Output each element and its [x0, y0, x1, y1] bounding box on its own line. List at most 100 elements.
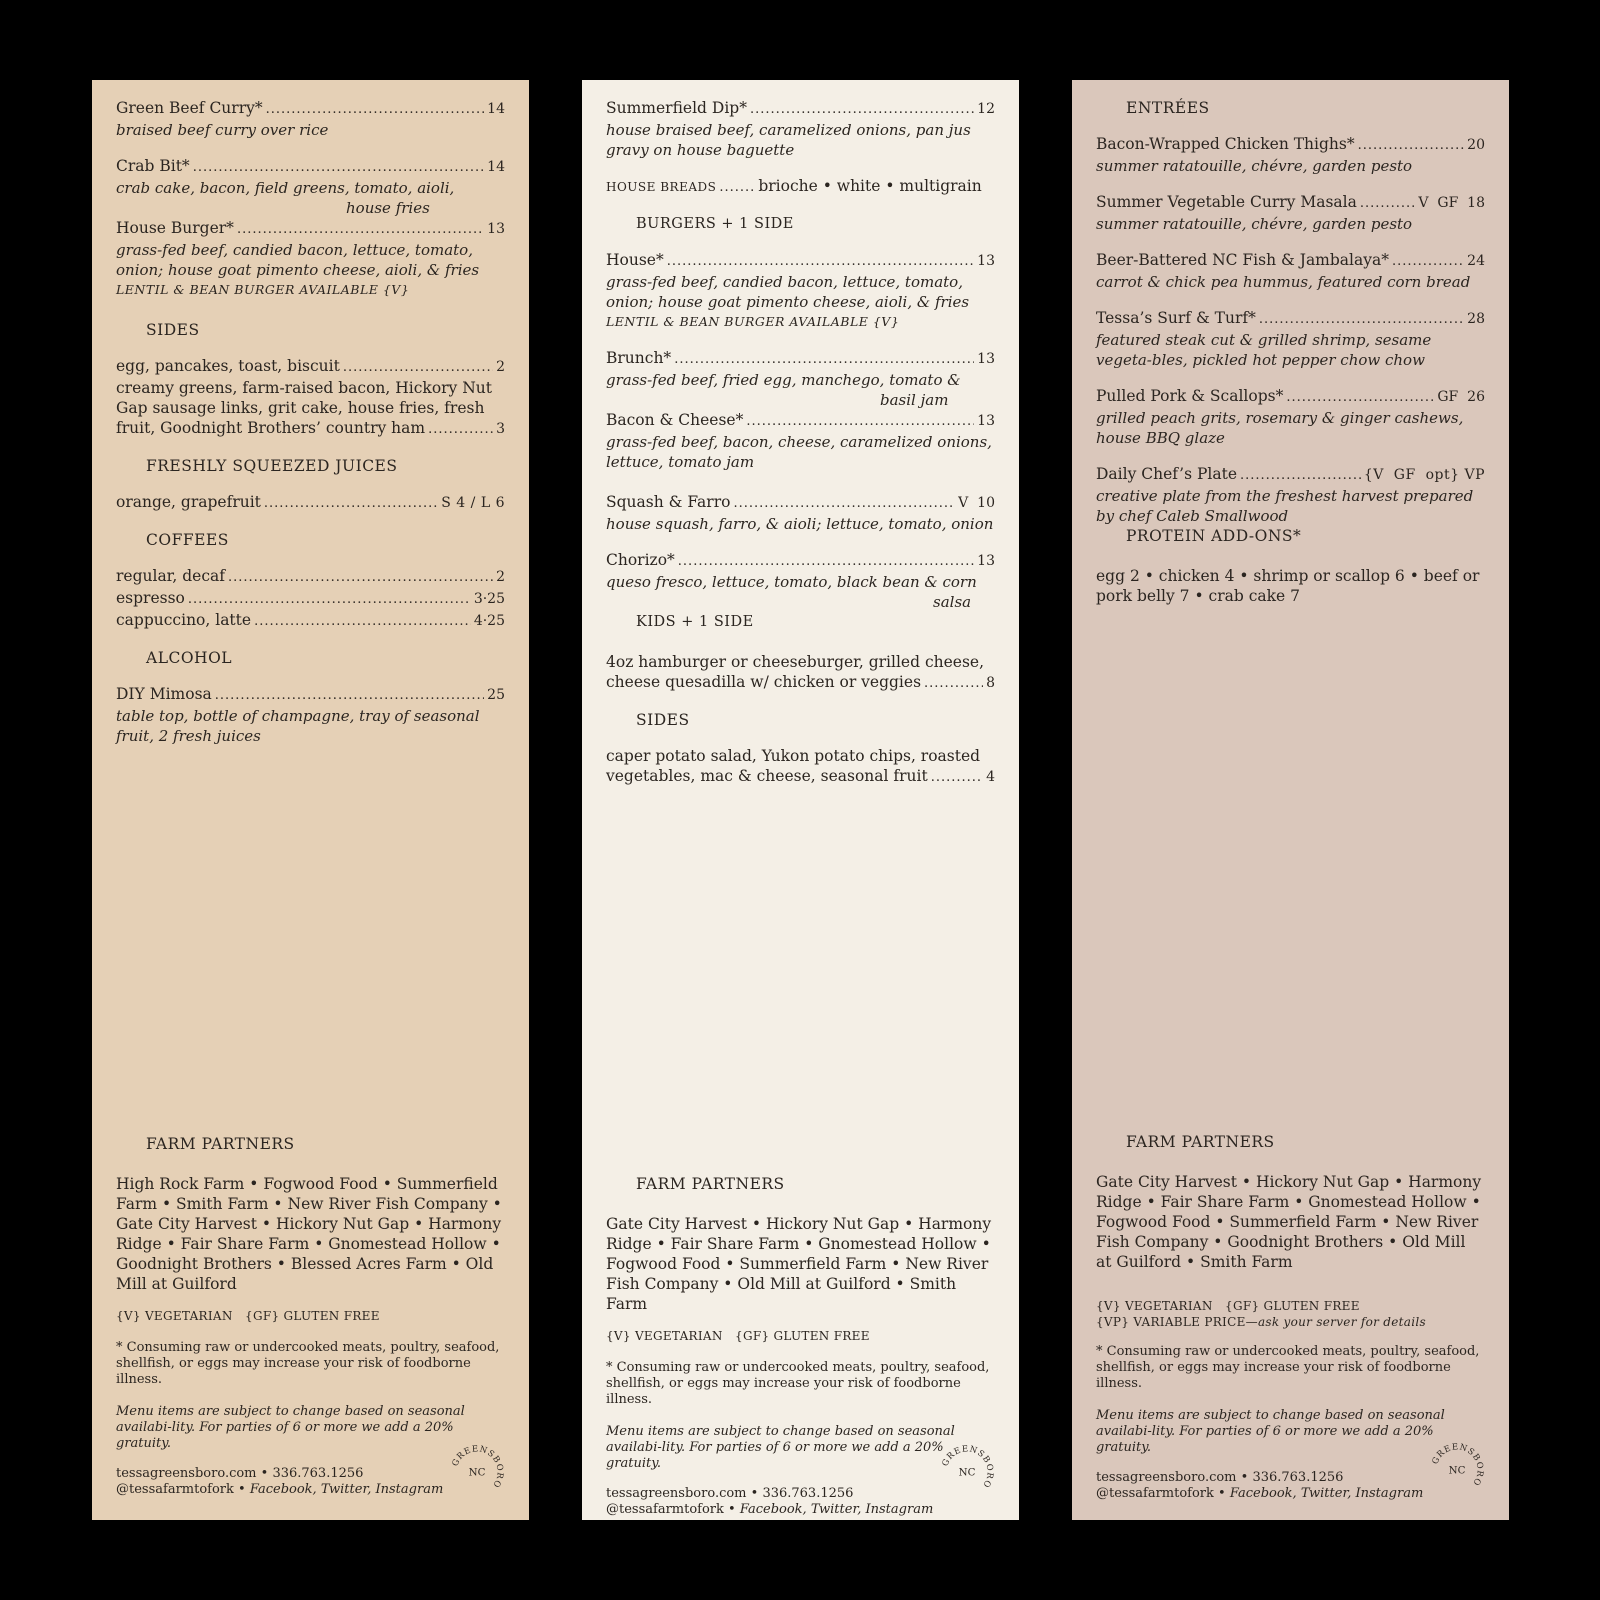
- item-price: 8: [986, 675, 995, 691]
- dietary-legend: {V} VEGETARIAN {GF} GLUTEN FREE: [116, 1309, 380, 1323]
- item-description: creative plate from the freshest harvest…: [1096, 487, 1474, 525]
- website-phone: tessagreensboro.com • 336.763.1256: [1096, 1470, 1344, 1485]
- item-description: grass-fed beef, fried egg, manchego, tom…: [606, 371, 961, 389]
- item-price: 13: [977, 553, 995, 569]
- item-description: grass-fed beef, bacon, cheese, carameliz…: [606, 433, 992, 471]
- item-price: V 10: [958, 495, 995, 511]
- menu-item: Summer Vegetable Curry Masala V GF 18 sum…: [1096, 192, 1485, 234]
- item-description-cont: basil jam: [880, 391, 949, 409]
- social-handle: @tessafarmtofork: [116, 1482, 234, 1497]
- social-sites: • Facebook, Twitter, Instagram: [1213, 1486, 1424, 1501]
- footer: FARM PARTNERS High Rock Farm • Fogwood F…: [116, 1134, 505, 1498]
- item-price: 14: [487, 159, 505, 175]
- farm-partners-list: Gate City Harvest • Hickory Nut Gap • Ha…: [606, 1215, 992, 1313]
- sides-text: creamy greens, farm-raised bacon, Hickor…: [116, 379, 493, 417]
- dietary-legend: {V} VEGETARIAN {GF} GLUTEN FREE {VP} VAR…: [1096, 1298, 1485, 1330]
- menu-policy: Menu items are subject to change based o…: [1096, 1408, 1445, 1455]
- item-price: {V GF opt} VP: [1363, 467, 1485, 483]
- item-price: 4: [986, 769, 995, 785]
- section-heading-coffees: COFFEES: [146, 531, 229, 549]
- vp-legend-label: {VP} VARIABLE PRICE—: [1096, 1315, 1258, 1329]
- menu-panel-brunch: Green Beef Curry* 14 braised beef curry o…: [92, 80, 529, 1520]
- item-description: summer ratatouille, chévre, garden pesto: [1096, 157, 1413, 175]
- menu-item: Daily Chef’s Plate {V GF opt} VP creative…: [1096, 464, 1485, 526]
- menu-item: Summerfield Dip* 12 house braised beef, c…: [606, 98, 995, 160]
- breads-label: HOUSE BREADS: [606, 180, 717, 194]
- item-name: Green Beef Curry*: [116, 99, 263, 117]
- section-heading-kids: KIDS + 1 SIDE: [636, 614, 754, 630]
- item-name: fruit, Goodnight Brothers’ country ham: [116, 419, 426, 437]
- item-note: LENTIL & BEAN BURGER AVAILABLE {V}: [606, 314, 900, 329]
- item-price: 13: [977, 253, 995, 269]
- item-price: 2: [496, 359, 505, 375]
- social-sites: • Facebook, Twitter, Instagram: [233, 1482, 444, 1497]
- item-name: DIY Mimosa: [116, 685, 212, 703]
- item-description: braised beef curry over rice: [116, 121, 329, 139]
- menu-item: Crab Bit* 14 crab cake, bacon, field gree…: [116, 156, 505, 218]
- section-heading-burgers: BURGERS + 1 SIDE: [636, 216, 794, 232]
- item-name: Bacon & Cheese*: [606, 411, 744, 429]
- item-name: Crab Bit*: [116, 157, 190, 175]
- item-description: featured steak cut & grilled shrimp, ses…: [1096, 331, 1432, 369]
- item-description: house braised beef, caramelized onions, …: [606, 121, 971, 159]
- menu-item: orange, grapefruit S 4 / L 6: [116, 492, 505, 514]
- kids-text: 4oz hamburger or cheeseburger, grilled c…: [606, 653, 985, 671]
- item-name: House*: [606, 251, 664, 269]
- section-heading-entrees: ENTRÉES: [1126, 99, 1210, 117]
- contact-info: tessagreensboro.com • 336.763.1256 @tess…: [116, 1466, 505, 1498]
- item-price: 24: [1467, 253, 1485, 269]
- item-name: cappuccino, latte: [116, 611, 252, 629]
- item-description-cont: salsa: [933, 593, 972, 611]
- website-phone: tessagreensboro.com • 336.763.1256: [116, 1466, 364, 1481]
- menu-item: Squash & Farro V 10 house squash, farro, …: [606, 492, 995, 534]
- item-price: 3·25: [473, 591, 505, 607]
- item-description: crab cake, bacon, field greens, tomato, …: [116, 179, 455, 197]
- footer: FARM PARTNERS Gate City Harvest • Hickor…: [1096, 1132, 1485, 1502]
- sides-block: egg, pancakes, toast, biscuit 2 creamy gr…: [116, 356, 505, 440]
- menu-item: Beer-Battered NC Fish & Jambalaya* 24 car…: [1096, 250, 1485, 292]
- logo-center-text: NC: [1449, 1465, 1466, 1477]
- item-name: vegetables, mac & cheese, seasonal fruit: [606, 767, 928, 785]
- kids-block: 4oz hamburger or cheeseburger, grilled c…: [606, 652, 995, 694]
- item-name: Summer Vegetable Curry Masala: [1096, 193, 1357, 211]
- item-price: 13: [487, 221, 505, 237]
- menu-item: DIY Mimosa 25 table top, bottle of champa…: [116, 684, 505, 746]
- item-price: S 4 / L 6: [441, 495, 505, 511]
- section-heading-farm-partners: FARM PARTNERS: [636, 1175, 785, 1193]
- menu-item: House* 13 grass-fed beef, candied bacon, …: [606, 250, 995, 332]
- item-note: LENTIL & BEAN BURGER AVAILABLE {V}: [116, 282, 410, 297]
- item-description-cont: house fries: [346, 199, 430, 217]
- website-phone: tessagreensboro.com • 336.763.1256: [606, 1486, 854, 1501]
- contact-info: tessagreensboro.com • 336.763.1256 @tess…: [606, 1486, 995, 1518]
- item-description: carrot & chick pea hummus, featured corn…: [1096, 273, 1471, 291]
- item-description: house squash, farro, & aioli; lettuce, t…: [606, 515, 994, 533]
- item-price: 14: [487, 101, 505, 117]
- footer: FARM PARTNERS Gate City Harvest • Hickor…: [606, 1174, 995, 1518]
- sides-text: caper potato salad, Yukon potato chips, …: [606, 747, 981, 765]
- item-description: grass-fed beef, candied bacon, lettuce, …: [116, 241, 480, 279]
- item-price: 2: [496, 569, 505, 585]
- item-price: V GF 18: [1418, 195, 1485, 211]
- sides-block: caper potato salad, Yukon potato chips, …: [606, 746, 995, 788]
- item-price: 20: [1467, 137, 1485, 153]
- dietary-legend: {V} VEGETARIAN {GF} GLUTEN FREE: [606, 1329, 870, 1343]
- house-breads: HOUSE BREADS brioche • white • multigrain: [606, 176, 995, 198]
- item-description: grilled peach grits, rosemary & ginger c…: [1096, 409, 1464, 447]
- item-name: orange, grapefruit: [116, 493, 261, 511]
- item-description: table top, bottle of champagne, tray of …: [116, 707, 480, 745]
- farm-partners-list: High Rock Farm • Fogwood Food • Summerfi…: [116, 1175, 502, 1293]
- section-heading-sides: SIDES: [636, 711, 690, 729]
- item-name: egg, pancakes, toast, biscuit: [116, 357, 340, 375]
- greensboro-logo: GREENSBORO NC: [450, 1444, 505, 1490]
- menu-policy: Menu items are subject to change based o…: [606, 1424, 955, 1471]
- item-price: 28: [1467, 311, 1485, 327]
- item-name: Squash & Farro: [606, 493, 731, 511]
- item-name: regular, decaf: [116, 567, 225, 585]
- greensboro-logo: GREENSBORO NC: [940, 1444, 995, 1490]
- item-price: 25: [487, 687, 505, 703]
- menu-policy: Menu items are subject to change based o…: [116, 1404, 465, 1451]
- logo-center-text: NC: [469, 1467, 486, 1479]
- item-name: Beer-Battered NC Fish & Jambalaya*: [1096, 251, 1389, 269]
- breads-options: brioche • white • multigrain: [758, 177, 982, 195]
- menu-item: Green Beef Curry* 14 braised beef curry o…: [116, 98, 505, 140]
